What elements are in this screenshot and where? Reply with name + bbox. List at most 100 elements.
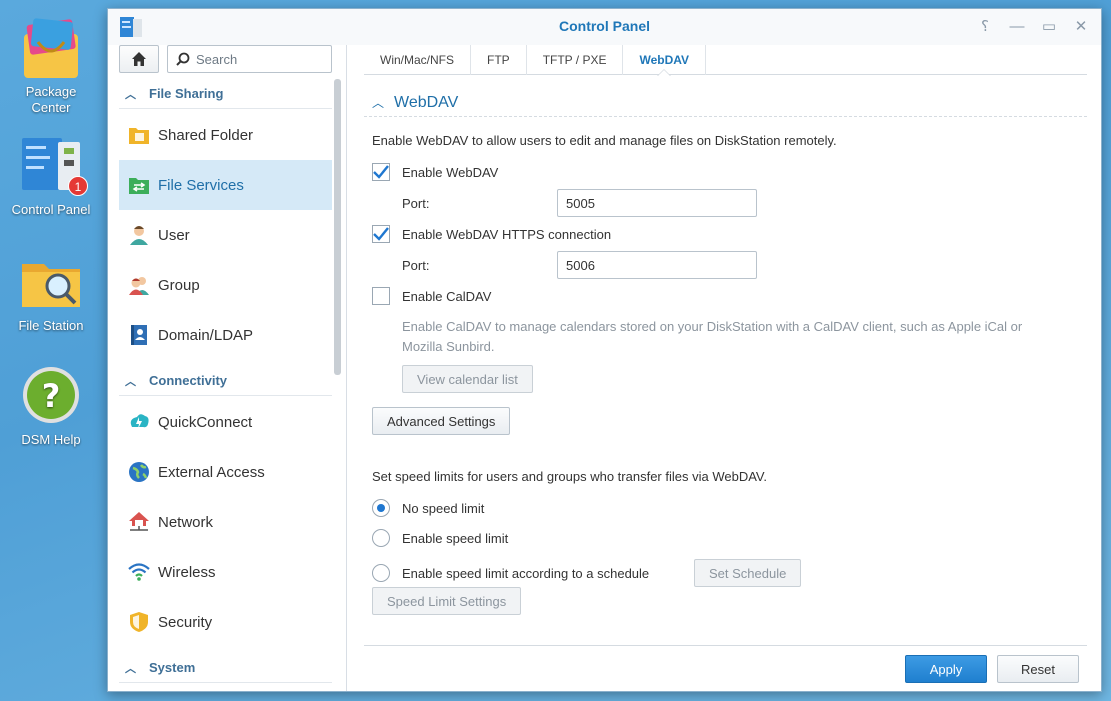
speed-option-schedule: Enable speed limit according to a schedu… <box>372 559 802 587</box>
sidebar-scrollbar[interactable] <box>334 79 341 375</box>
speed-option-none: No speed limit <box>372 499 484 517</box>
enable-webdav-row: Enable WebDAV <box>372 163 498 181</box>
file-station-label: File Station <box>18 318 84 333</box>
enable-webdav-label: Enable WebDAV <box>402 164 499 180</box>
speed-option-label: Enable speed limit according to a schedu… <box>402 565 650 581</box>
chevron-up-icon: ︿ <box>372 96 385 110</box>
webdav-https-port-input[interactable] <box>557 251 757 279</box>
package-center-label-1: Package <box>25 84 77 99</box>
reset-button[interactable]: Reset <box>997 655 1079 683</box>
svg-text:?: ? <box>42 377 61 415</box>
control-panel-label: Control Panel <box>11 202 91 217</box>
enable-https-row: Enable WebDAV HTTPS connection <box>372 225 611 243</box>
shared-folder-icon <box>128 124 150 146</box>
tab-webdav[interactable]: WebDAV <box>623 45 707 76</box>
sidebar-item-label: External Access <box>158 463 265 481</box>
schedule-speed-limit-radio[interactable] <box>372 564 390 582</box>
desktop-icon-dsm-help[interactable]: ? DSM Help <box>1 364 101 448</box>
desktop-icon-file-station[interactable]: File Station <box>1 250 101 334</box>
user-icon <box>128 224 150 246</box>
network-icon <box>128 511 150 533</box>
close-icon[interactable]: ✕ <box>1071 17 1091 37</box>
sidebar-item-label: Security <box>158 613 213 631</box>
dsm-help-label: DSM Help <box>21 432 81 447</box>
minimize-icon[interactable]: — <box>1007 17 1027 37</box>
speed-option-label: No speed limit <box>402 500 485 516</box>
window-title: Control Panel <box>558 18 650 34</box>
webdav-port-input[interactable] <box>557 189 757 217</box>
external-access-icon <box>128 461 150 483</box>
sidebar-item-security[interactable]: Security <box>119 597 332 647</box>
sidebar-item-file-services[interactable]: File Services <box>119 160 332 210</box>
sidebar-item-external-access[interactable]: External Access <box>119 447 332 497</box>
domain-ldap-icon <box>128 324 150 346</box>
no-speed-limit-radio[interactable] <box>372 499 390 517</box>
chevron-up-icon: ︿ <box>125 375 136 388</box>
sidebar-item-user[interactable]: User <box>119 210 332 260</box>
sidebar-item-group[interactable]: Group <box>119 260 332 310</box>
sidebar-item-label: File Services <box>158 176 244 194</box>
enable-caldav-row: Enable CalDAV <box>372 287 491 305</box>
notification-badge: 1 <box>68 176 88 196</box>
group-icon <box>128 274 150 296</box>
caldav-description-line-2: Mozilla Sunbird. <box>402 339 495 354</box>
checkmark-icon <box>373 227 389 241</box>
search-input[interactable] <box>196 51 316 67</box>
chevron-up-icon: ︿ <box>125 662 136 675</box>
advanced-settings-row: Advanced Settings <box>372 407 511 435</box>
tab-tftp-pxe[interactable]: TFTP / PXE <box>527 45 624 75</box>
section-file-sharing[interactable]: ︿ File Sharing <box>119 79 332 109</box>
maximize-icon[interactable]: ▭ <box>1039 17 1059 37</box>
port-row: Port: <box>372 189 757 217</box>
speed-limit-settings-row: Speed Limit Settings <box>372 587 522 615</box>
speed-option-label: Enable speed limit <box>402 530 509 546</box>
sidebar-item-label: Domain/LDAP <box>158 326 254 344</box>
sidebar-item-label: Wireless <box>158 563 216 581</box>
section-label: File Sharing <box>149 86 224 101</box>
enable-https-checkbox[interactable] <box>372 225 390 243</box>
tab-ftp[interactable]: FTP <box>471 45 527 75</box>
webdav-section-header[interactable]: ︿ WebDAV <box>364 89 1087 117</box>
section-label: System <box>149 660 196 675</box>
help-icon[interactable]: ⸮ <box>975 17 995 37</box>
search-box[interactable] <box>167 45 332 73</box>
tab-win-mac-nfs[interactable]: Win/Mac/NFS <box>364 45 472 75</box>
desktop-icon-package-center[interactable]: Package Center <box>1 16 101 116</box>
view-calendar-list-button[interactable]: View calendar list <box>402 365 533 393</box>
home-button[interactable] <box>119 45 159 73</box>
sidebar-item-wireless[interactable]: Wireless <box>119 547 332 597</box>
section-label: Connectivity <box>149 373 228 388</box>
file-station-icon <box>18 250 84 316</box>
advanced-settings-button[interactable]: Advanced Settings <box>372 407 511 435</box>
enable-speed-limit-radio[interactable] <box>372 529 390 547</box>
sidebar-item-shared-folder[interactable]: Shared Folder <box>119 110 332 160</box>
checkmark-icon <box>373 165 389 179</box>
file-services-icon <box>128 174 150 196</box>
chevron-up-icon: ︿ <box>125 88 136 101</box>
enable-webdav-checkbox[interactable] <box>372 163 390 181</box>
control-panel-icon: 1 <box>18 134 88 200</box>
section-title-label: WebDAV <box>394 93 459 111</box>
enable-caldav-checkbox[interactable] <box>372 287 390 305</box>
speed-limit-settings-button[interactable]: Speed Limit Settings <box>372 587 522 615</box>
sidebar-item-label: QuickConnect <box>158 413 253 431</box>
quickconnect-icon <box>128 411 150 433</box>
apply-button[interactable]: Apply <box>905 655 987 683</box>
footer-bar: Apply Reset <box>364 645 1087 691</box>
port-label: Port: <box>402 195 430 211</box>
control-panel-window: Control Panel ⸮ — ▭ ✕ ︿ File Sharing Sha… <box>107 8 1102 692</box>
window-titlebar[interactable]: Control Panel ⸮ — ▭ ✕ <box>108 9 1101 45</box>
section-system[interactable]: ︿ System <box>119 653 332 683</box>
section-connectivity[interactable]: ︿ Connectivity <box>119 366 332 396</box>
home-icon <box>132 52 146 66</box>
caldav-description-line-1: Enable CalDAV to manage calendars stored… <box>402 319 1023 334</box>
sidebar-item-domain-ldap[interactable]: Domain/LDAP <box>119 310 332 360</box>
desktop-icon-control-panel[interactable]: 1 Control Panel <box>1 134 101 218</box>
wireless-icon <box>128 561 150 583</box>
package-center-icon <box>18 16 84 82</box>
sidebar-item-quickconnect[interactable]: QuickConnect <box>119 397 332 447</box>
main-panel: Win/Mac/NFS FTP TFTP / PXE WebDAV ︿ WebD… <box>348 45 1101 691</box>
package-center-label-2: Center <box>31 100 71 115</box>
sidebar-item-network[interactable]: Network <box>119 497 332 547</box>
set-schedule-button[interactable]: Set Schedule <box>694 559 802 587</box>
